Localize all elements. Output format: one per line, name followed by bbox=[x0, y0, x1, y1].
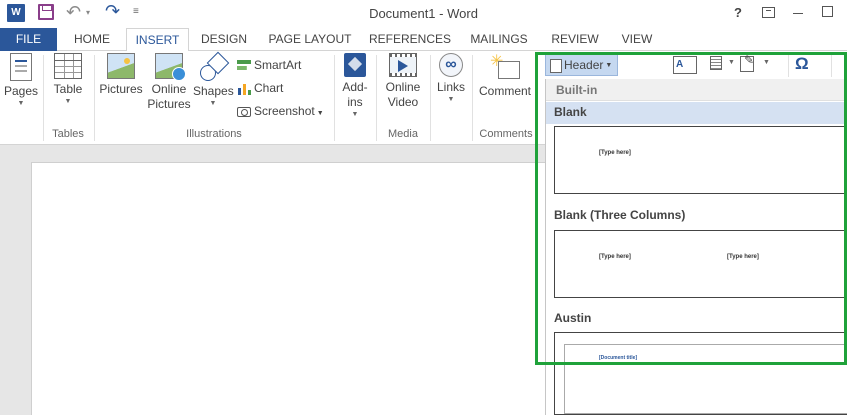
placeholder-text: [Type here] bbox=[599, 150, 631, 156]
chevron-down-icon: ▼ bbox=[447, 96, 455, 103]
group-label-comments: Comments bbox=[479, 128, 533, 140]
comment-label: Comment bbox=[478, 84, 531, 98]
text-box-icon[interactable]: A bbox=[673, 56, 697, 74]
table-button[interactable]: Table ▼ bbox=[48, 53, 88, 107]
comment-button[interactable]: Comment bbox=[476, 51, 534, 99]
gallery-section-label: Built-in bbox=[556, 83, 598, 97]
group-divider bbox=[831, 55, 832, 77]
chart-button[interactable]: Chart bbox=[237, 78, 283, 98]
gallery-item-blank-three-columns-thumbnail[interactable]: [Type here] [Type here] bbox=[554, 230, 847, 298]
addins-button[interactable]: Add- ins ▼ bbox=[338, 53, 372, 120]
header-footer-group: Header▼ A ▼ ▼ Ω bbox=[535, 51, 847, 79]
shapes-icon bbox=[198, 53, 228, 81]
online-pictures-button[interactable]: Online Pictures bbox=[146, 53, 192, 112]
comment-icon bbox=[490, 51, 520, 81]
chevron-down-icon: ▼ bbox=[64, 98, 72, 105]
pages-label: Pages bbox=[3, 84, 39, 98]
tab-view[interactable]: VIEW bbox=[612, 28, 662, 51]
window-title: Document1 - Word bbox=[369, 6, 478, 21]
minimize-icon[interactable] bbox=[793, 13, 803, 14]
tab-file[interactable]: FILE bbox=[0, 28, 57, 51]
tab-references[interactable]: REFERENCES bbox=[366, 28, 454, 51]
group-label-illustrations: Illustrations bbox=[186, 128, 242, 140]
smartart-button[interactable]: SmartArt bbox=[237, 55, 301, 75]
smartart-icon bbox=[237, 59, 251, 72]
group-label-media: Media bbox=[388, 128, 418, 140]
gallery-section-header: Built-in bbox=[546, 79, 847, 101]
online-video-button[interactable]: Online Video bbox=[380, 53, 426, 110]
smartart-label: SmartArt bbox=[254, 58, 302, 72]
chevron-down-icon[interactable]: ▼ bbox=[763, 59, 770, 66]
header-label: Header bbox=[564, 58, 604, 72]
chart-label: Chart bbox=[254, 81, 284, 95]
gallery-item-blank-label[interactable]: Blank bbox=[546, 102, 847, 124]
online-video-label-1: Online bbox=[385, 80, 421, 94]
addins-icon bbox=[344, 53, 366, 77]
title-bar: W ↶ ▾ ↷ ≡ Document1 - Word ? bbox=[0, 0, 847, 28]
group-divider bbox=[94, 55, 95, 141]
gallery-item-blank-three-columns-label[interactable]: Blank (Three Columns) bbox=[546, 205, 847, 227]
addins-label-1: Add- bbox=[342, 80, 368, 94]
online-pictures-label-1: Online bbox=[151, 82, 187, 96]
online-video-label-2: Video bbox=[387, 95, 419, 109]
group-divider bbox=[430, 55, 431, 141]
ribbon-display-options-icon[interactable] bbox=[762, 7, 775, 18]
links-button[interactable]: Links ▼ bbox=[434, 53, 468, 105]
tab-mailings[interactable]: MAILINGS bbox=[462, 28, 536, 51]
pictures-button[interactable]: Pictures bbox=[98, 53, 144, 97]
placeholder-text: [Type here] bbox=[727, 254, 759, 260]
gallery-item-austin-label[interactable]: Austin bbox=[546, 308, 847, 330]
header-gallery: Built-in Blank [Type here] Blank (Three … bbox=[545, 79, 847, 415]
tab-home[interactable]: HOME bbox=[64, 28, 120, 51]
tab-page-layout[interactable]: PAGE LAYOUT bbox=[262, 28, 358, 51]
placeholder-title: [Document title] bbox=[599, 355, 638, 361]
pictures-icon bbox=[107, 53, 135, 79]
links-label: Links bbox=[436, 80, 465, 94]
symbol-icon[interactable]: Ω bbox=[795, 54, 809, 74]
chevron-down-icon: ▼ bbox=[605, 61, 613, 69]
addins-label-2: ins bbox=[347, 95, 363, 109]
chevron-down-icon: ▼ bbox=[209, 100, 217, 107]
chevron-down-icon[interactable]: ▼ bbox=[728, 59, 735, 66]
online-video-icon bbox=[389, 53, 417, 77]
pictures-label: Pictures bbox=[99, 82, 143, 96]
online-pictures-label-2: Pictures bbox=[147, 97, 191, 111]
table-icon bbox=[54, 53, 82, 79]
group-divider bbox=[334, 55, 335, 141]
restore-icon[interactable] bbox=[822, 6, 833, 17]
placeholder-text: [Type here] bbox=[599, 254, 631, 260]
quick-parts-icon[interactable] bbox=[710, 56, 722, 70]
tab-design[interactable]: DESIGN bbox=[194, 28, 254, 51]
tab-insert[interactable]: INSERT bbox=[126, 28, 189, 52]
gallery-item-blank-thumbnail[interactable]: [Type here] bbox=[554, 126, 847, 194]
group-divider bbox=[376, 55, 377, 141]
chevron-down-icon: ▼ bbox=[17, 100, 25, 107]
chart-icon bbox=[237, 82, 251, 95]
group-label-tables: Tables bbox=[52, 128, 84, 140]
online-pictures-icon bbox=[155, 53, 186, 81]
table-label: Table bbox=[53, 82, 83, 96]
document-page[interactable] bbox=[31, 162, 571, 415]
shapes-label: Shapes bbox=[193, 84, 234, 98]
header-button[interactable]: Header ▼ bbox=[545, 54, 618, 76]
screenshot-label: Screenshot bbox=[254, 104, 315, 118]
group-divider bbox=[788, 55, 789, 77]
chevron-down-icon: ▼ bbox=[351, 111, 359, 118]
screenshot-icon bbox=[237, 106, 251, 117]
shapes-button[interactable]: Shapes ▼ bbox=[193, 53, 234, 109]
chevron-down-icon: ▼ bbox=[316, 110, 324, 117]
signature-line-icon[interactable] bbox=[740, 53, 754, 72]
ribbon-tab-bar: FILE HOME INSERT DESIGN PAGE LAYOUT REFE… bbox=[0, 28, 847, 52]
help-icon[interactable]: ? bbox=[734, 5, 742, 20]
pages-button[interactable]: Pages ▼ bbox=[3, 53, 39, 109]
tab-review[interactable]: REVIEW bbox=[546, 28, 604, 51]
screenshot-button[interactable]: Screenshot ▼ bbox=[237, 101, 324, 121]
links-icon bbox=[439, 53, 463, 77]
gallery-item-austin-thumbnail[interactable]: [Document title] bbox=[554, 332, 847, 415]
pages-icon bbox=[10, 53, 32, 81]
group-divider bbox=[472, 55, 473, 141]
